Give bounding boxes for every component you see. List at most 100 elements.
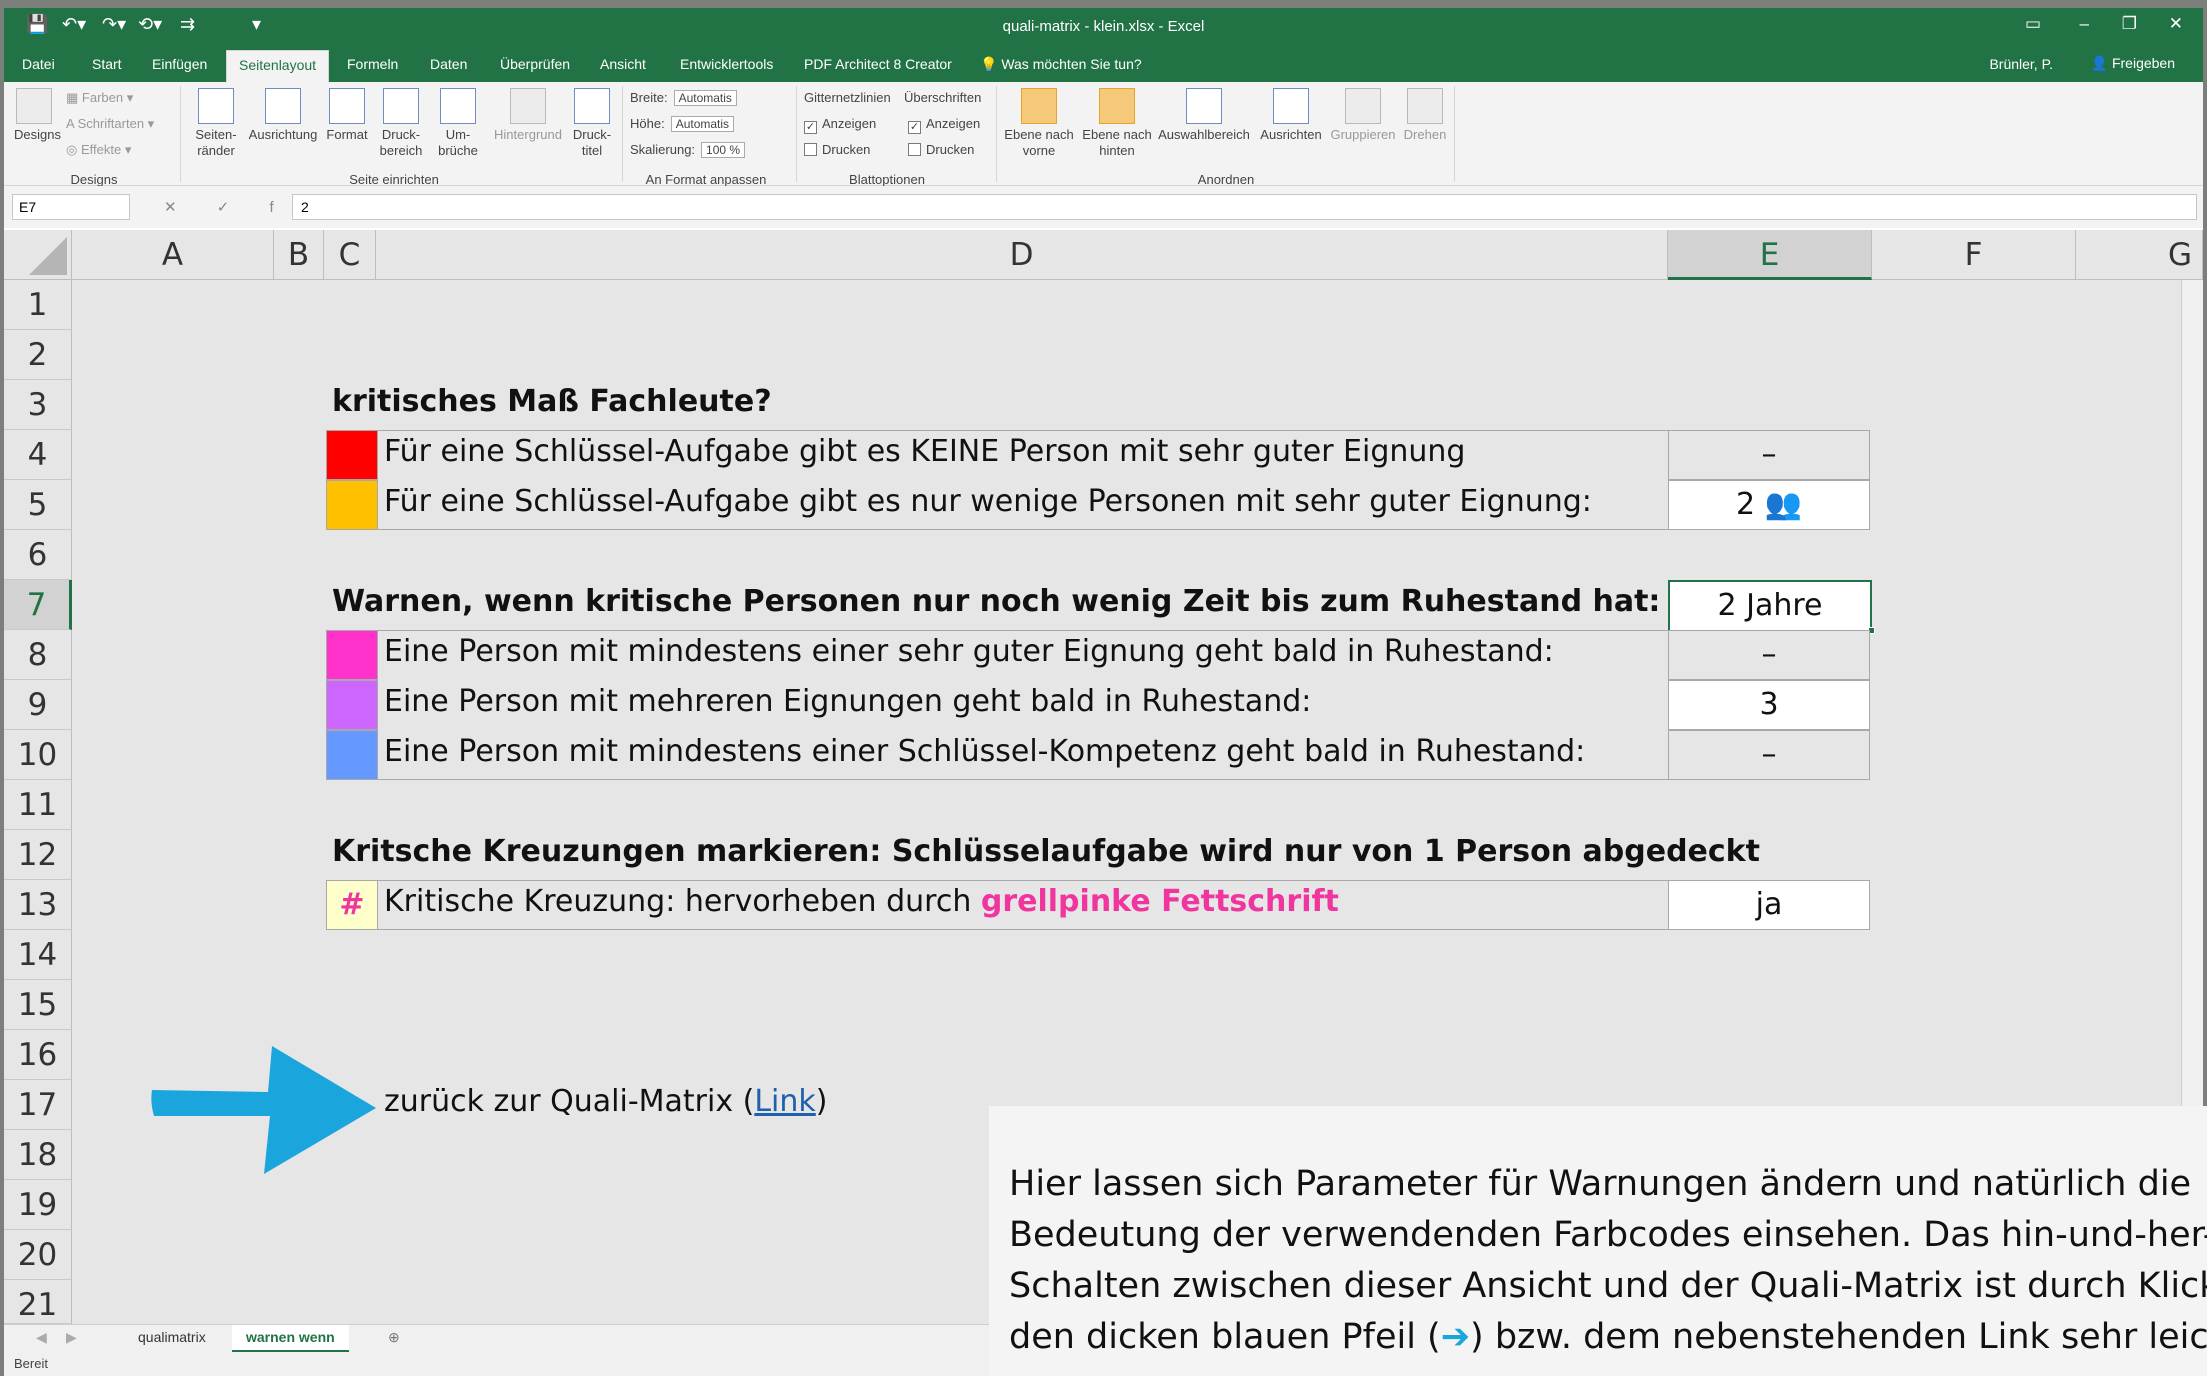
hintergrund-label: Hintergrund — [494, 127, 562, 142]
group-label-an-format-anpassen: An Format anpassen — [645, 172, 767, 187]
column-header-c[interactable]: C — [324, 230, 376, 280]
designs-button[interactable]: Designs — [14, 88, 61, 143]
gitter-drucken-checkbox[interactable]: Drucken — [804, 142, 870, 157]
ueber-drucken-checkbox[interactable]: Drucken — [908, 142, 974, 157]
row-header-5[interactable]: 5 — [4, 480, 72, 530]
select-all-corner[interactable] — [4, 230, 72, 280]
row-header-21[interactable]: 21 — [4, 1280, 72, 1324]
tab-einfuegen[interactable]: Einfügen — [152, 56, 207, 72]
row-header-20[interactable]: 20 — [4, 1230, 72, 1280]
row-header-6[interactable]: 6 — [4, 530, 72, 580]
row-header-8[interactable]: 8 — [4, 630, 72, 680]
breite-select[interactable]: Automatis — [673, 90, 737, 106]
ausrichten-button[interactable]: Ausrichten — [1256, 88, 1326, 143]
formula-input[interactable]: 2 — [292, 194, 2197, 220]
sheet-tab-warnen-wenn[interactable]: warnen wenn — [232, 1325, 349, 1352]
breite-field[interactable]: Breite: Automatis — [630, 90, 737, 106]
blue-arrow-icon[interactable] — [144, 1046, 380, 1174]
column-header-d[interactable]: D — [376, 230, 1668, 280]
hoehe-field[interactable]: Höhe: Automatis — [630, 116, 735, 132]
share-button[interactable]: 👤 Freigeben — [2091, 55, 2175, 72]
tab-seitenlayout[interactable]: Seitenlayout — [226, 50, 330, 82]
sheet-nav-next-icon[interactable]: ▶ — [52, 1325, 91, 1352]
row-header-1[interactable]: 1 — [4, 280, 72, 330]
hintergrund-button[interactable]: Hintergrund — [488, 88, 568, 143]
druckbereich-button[interactable]: Druck- bereich — [372, 88, 430, 159]
tab-daten[interactable]: Daten — [430, 56, 467, 72]
name-box[interactable]: E7 — [12, 194, 130, 220]
skalierung-spinner[interactable]: 100 % — [701, 142, 746, 158]
tab-formeln[interactable]: Formeln — [347, 56, 398, 72]
row-header-13[interactable]: 13 — [4, 880, 72, 930]
ausrichtung-button[interactable]: Ausrichtung — [242, 88, 324, 143]
gruppieren-button[interactable]: Gruppieren — [1326, 88, 1400, 143]
ribbon-options-icon[interactable]: ▭ — [2025, 14, 2041, 34]
tab-ansicht[interactable]: Ansicht — [600, 56, 646, 72]
annotation-line-3: Schalten zwischen dieser Ansicht und der… — [1009, 1266, 2207, 1306]
row-header-10[interactable]: 10 — [4, 730, 72, 780]
cell-e13[interactable]: ja — [1668, 880, 1870, 930]
schriftarten-button[interactable]: A Schriftarten ▾ — [66, 116, 154, 132]
row-header-3[interactable]: 3 — [4, 380, 72, 430]
cell-e5[interactable]: 2 👥 — [1668, 480, 1870, 530]
tab-start[interactable]: Start — [92, 56, 122, 72]
back-link-cell[interactable]: zurück zur Quali-Matrix (Link) — [384, 1084, 828, 1119]
cell-e4[interactable]: – — [1668, 430, 1870, 480]
ueber-anzeigen-checkbox[interactable]: ✓ Anzeigen — [908, 116, 980, 134]
cell-d9[interactable]: Eine Person mit mehreren Eignungen geht … — [384, 684, 1311, 719]
row-header-15[interactable]: 15 — [4, 980, 72, 1030]
tab-ueberpruefen[interactable]: Überprüfen — [500, 56, 570, 72]
skalierung-field[interactable]: Skalierung: 100 % — [630, 142, 746, 158]
column-header-a[interactable]: A — [72, 230, 274, 280]
format-button[interactable]: Format — [322, 88, 372, 143]
tab-pdf-architect[interactable]: PDF Architect 8 Creator — [804, 56, 952, 72]
row-header-12[interactable]: 12 — [4, 830, 72, 880]
user-name[interactable]: Brünler, P. — [1989, 56, 2053, 72]
add-sheet-icon[interactable]: ⊕ — [374, 1325, 414, 1352]
row-header-2[interactable]: 2 — [4, 330, 72, 380]
row-header-16[interactable]: 16 — [4, 1030, 72, 1080]
column-header-g[interactable]: G — [2076, 230, 2203, 280]
cell-e9[interactable]: 3 — [1668, 680, 1870, 730]
effekte-button[interactable]: ◎ Effekte ▾ — [66, 142, 131, 158]
ebene-vorne-button[interactable]: Ebene nach vorne — [1002, 88, 1076, 159]
cell-d13[interactable]: Kritische Kreuzung: hervorheben durch gr… — [384, 884, 1339, 919]
row-header-11[interactable]: 11 — [4, 780, 72, 830]
minimize-icon[interactable]: – — [2080, 14, 2089, 34]
ueberschriften-heading: Überschriften — [904, 90, 982, 105]
hoehe-select[interactable]: Automatis — [670, 116, 735, 132]
row-header-9[interactable]: 9 — [4, 680, 72, 730]
row-header-18[interactable]: 18 — [4, 1130, 72, 1180]
row-header-4[interactable]: 4 — [4, 430, 72, 480]
row-header-17[interactable]: 17 — [4, 1080, 72, 1130]
quali-matrix-link[interactable]: Link — [754, 1084, 815, 1119]
column-header-b[interactable]: B — [274, 230, 324, 280]
ebene-hinten-button[interactable]: Ebene nach hinten — [1080, 88, 1154, 159]
row-header-19[interactable]: 19 — [4, 1180, 72, 1230]
drucktitel-button[interactable]: Druck- titel — [570, 88, 614, 159]
close-icon[interactable]: ✕ — [2169, 14, 2183, 34]
tab-datei[interactable]: Datei — [22, 56, 55, 72]
sheet-tab-qualimatrix[interactable]: qualimatrix — [124, 1325, 220, 1352]
seitenraender-button[interactable]: Seiten- ränder — [188, 88, 244, 159]
auswahlbereich-button[interactable]: Auswahlbereich — [1154, 88, 1254, 143]
cell-e10[interactable]: – — [1668, 730, 1870, 780]
back-text-end: ) — [815, 1084, 828, 1119]
gitter-anzeigen-checkbox[interactable]: ✓ Anzeigen — [804, 116, 876, 134]
cell-e7-selected[interactable]: 2 Jahre — [1668, 580, 1872, 632]
tab-entwicklertools[interactable]: Entwicklertools — [680, 56, 773, 72]
cell-d5[interactable]: Für eine Schlüssel-Aufgabe gibt es nur w… — [384, 484, 1592, 519]
cell-e8[interactable]: – — [1668, 630, 1870, 680]
row-header-14[interactable]: 14 — [4, 930, 72, 980]
umbrueche-button[interactable]: Um- brüche — [432, 88, 484, 159]
drehen-button[interactable]: Drehen — [1400, 88, 1450, 143]
tell-me-search[interactable]: 💡 Was möchten Sie tun? — [980, 56, 1142, 73]
row-header-7[interactable]: 7 — [4, 580, 72, 630]
column-header-f[interactable]: F — [1872, 230, 2076, 280]
cell-d8[interactable]: Eine Person mit mindestens einer sehr gu… — [384, 634, 1554, 669]
farben-button[interactable]: ▦ Farben ▾ — [66, 90, 133, 106]
restore-icon[interactable]: ❐ — [2122, 14, 2137, 34]
column-header-e[interactable]: E — [1668, 230, 1872, 280]
cell-d10[interactable]: Eine Person mit mindestens einer Schlüss… — [384, 734, 1585, 769]
cell-d4[interactable]: Für eine Schlüssel-Aufgabe gibt es KEINE… — [384, 434, 1465, 469]
